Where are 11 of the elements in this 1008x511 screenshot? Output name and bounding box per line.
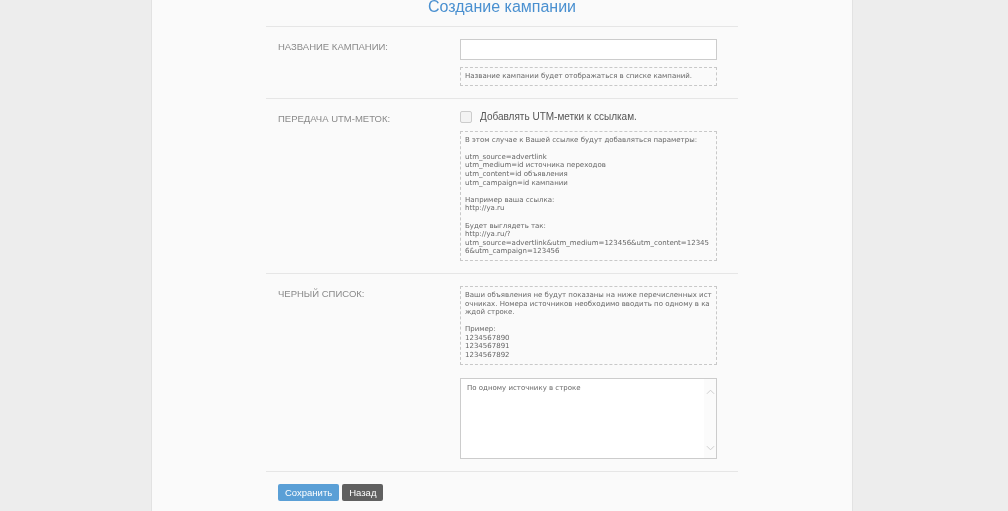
section-label: ЧЕРНЫЙ СПИСОК: xyxy=(278,286,366,301)
section-label: ПЕРЕДАЧА UTM-МЕТОК: xyxy=(278,111,392,126)
checkbox-label: Добавлять UTM-метки к ссылкам. xyxy=(480,111,637,123)
scrollbar[interactable] xyxy=(704,378,716,458)
back-button[interactable]: Назад xyxy=(342,483,384,501)
chevron-up-icon[interactable] xyxy=(705,388,715,395)
campaign-name-field[interactable] xyxy=(460,39,717,60)
checkbox[interactable] xyxy=(460,110,472,123)
section-label: НАЗВАНИЕ КАМПАНИИ: xyxy=(278,40,389,54)
page-title: Создание кампании xyxy=(266,0,738,27)
chevron-down-icon[interactable] xyxy=(705,444,715,451)
